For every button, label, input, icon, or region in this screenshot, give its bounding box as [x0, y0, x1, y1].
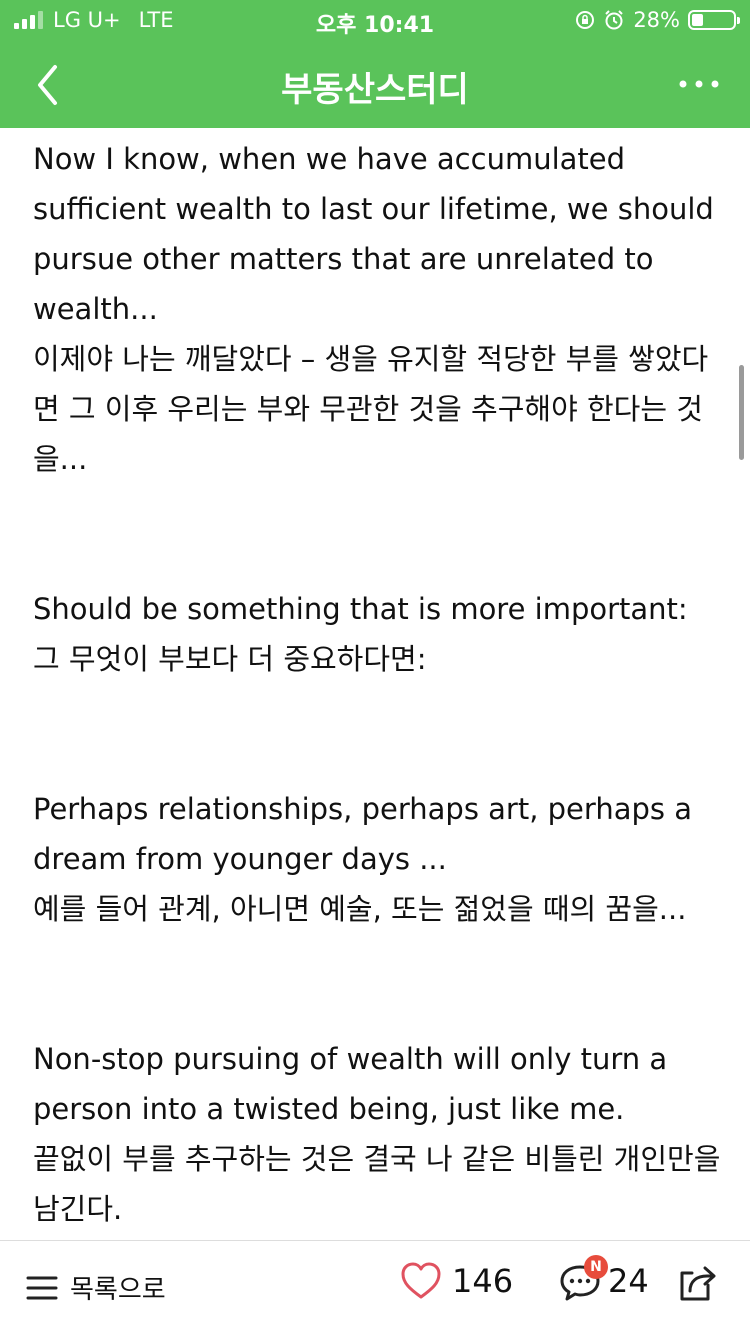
- paragraph-1-english: Now I know, when we have accumulated suf…: [33, 142, 714, 326]
- paragraph-1-korean: 이제야 나는 깨달았다 – 생을 유지할 적당한 부를 쌓았다면 그 이후 우리…: [33, 342, 709, 476]
- scrollbar[interactable]: [739, 365, 744, 460]
- paragraph-3-english: Perhaps relationships, perhaps art, perh…: [33, 792, 692, 876]
- like-button[interactable]: 146: [400, 1261, 513, 1301]
- comment-button[interactable]: N 24: [558, 1255, 649, 1303]
- paragraph-4-korean: 끝없이 부를 추구하는 것은 결국 나 같은 비틀린 개인만을 남긴다.: [33, 1142, 721, 1226]
- article-content: Now I know, when we have accumulated suf…: [33, 134, 723, 1234]
- comment-icon-wrap: N: [558, 1255, 608, 1303]
- bottom-toolbar: 목록으로 146 N 24: [0, 1240, 750, 1335]
- rotation-lock-icon: [576, 11, 595, 29]
- heart-icon: [401, 1262, 441, 1299]
- paragraph-4-english: Non-stop pursuing of wealth will only tu…: [33, 1042, 668, 1126]
- alarm-icon: [605, 10, 624, 30]
- new-badge: N: [584, 1255, 608, 1279]
- more-dots-icon: [679, 80, 719, 88]
- battery-icon: [688, 10, 740, 30]
- list-button-label: 목록으로: [70, 1275, 166, 1305]
- battery-percent: 28%: [633, 8, 680, 32]
- paragraph-3-korean: 예를 들어 관계, 아니면 예술, 또는 젊었을 때의 꿈을...: [33, 892, 687, 926]
- paragraph-2-english: Should be something that is more importa…: [33, 592, 688, 626]
- list-button[interactable]: 목록으로: [26, 1269, 166, 1306]
- menu-icon: [26, 1276, 58, 1299]
- status-bar: LG U+ LTE 오후 10:41 28%: [0, 0, 750, 42]
- like-count: 146: [452, 1262, 514, 1300]
- paragraph-2-korean: 그 무엇이 부보다 더 중요하다면:: [33, 642, 427, 676]
- more-options-button[interactable]: [674, 62, 724, 106]
- page-title: 부동산스터디: [281, 70, 469, 110]
- share-icon: [680, 1266, 716, 1301]
- share-button[interactable]: [676, 1261, 722, 1307]
- battery-fill: [692, 14, 703, 26]
- comment-count: 24: [608, 1262, 649, 1300]
- nav-bar: 부동산스터디: [0, 42, 750, 128]
- status-right: 28%: [575, 8, 740, 32]
